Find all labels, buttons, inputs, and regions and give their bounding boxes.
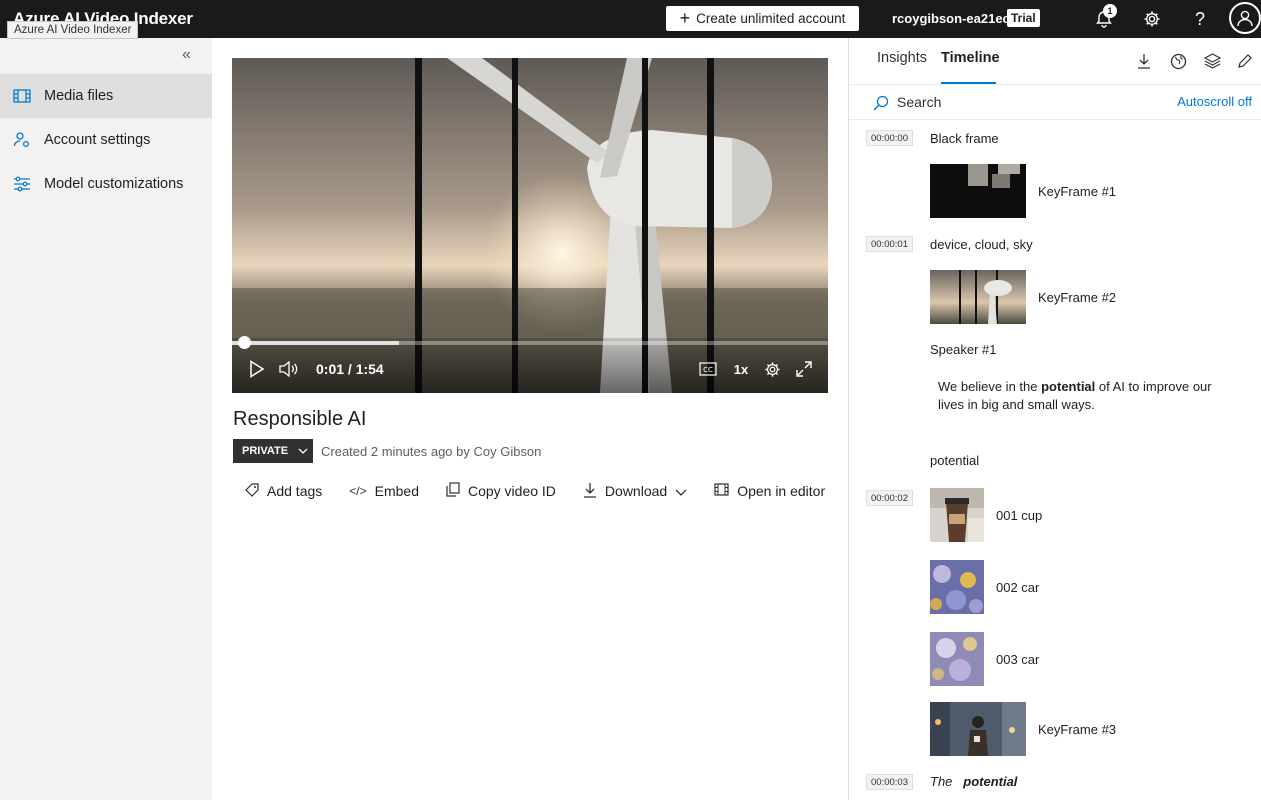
trial-badge: Trial xyxy=(1007,9,1040,27)
transcript-line[interactable]: We believe in the potential of AI to imp… xyxy=(938,378,1228,414)
video-player[interactable]: 0:01 / 1:54 CC 1x xyxy=(232,58,828,393)
progress-bar[interactable] xyxy=(232,336,828,349)
object-label: 003 car xyxy=(996,652,1040,667)
transcript-text: The xyxy=(930,774,953,789)
progress-scrubber-handle[interactable] xyxy=(238,336,251,349)
sidebar: « Media files Account settings Model cus… xyxy=(0,38,212,800)
autoscroll-toggle[interactable]: Autoscroll off xyxy=(1177,94,1252,109)
code-icon: </> xyxy=(349,484,367,498)
timeline-label-tags: device, cloud, sky xyxy=(930,237,1033,252)
keyword-label: potential xyxy=(930,453,980,468)
transcript-line[interactable]: The potential xyxy=(930,774,1017,789)
top-bar: Azure AI Video Indexer Azure AI Video In… xyxy=(0,0,1261,39)
user-avatar-icon[interactable] xyxy=(1229,2,1261,34)
playback-time: 0:01 / 1:54 xyxy=(316,361,384,377)
insights-panel: Insights Timeline Search Autoscroll off … xyxy=(848,38,1261,800)
object-thumbnail-car-1[interactable] xyxy=(930,560,984,614)
copy-icon xyxy=(446,482,460,500)
object-thumbnail-cup[interactable] xyxy=(930,488,984,542)
copy-video-id-button[interactable]: Copy video ID xyxy=(446,482,556,500)
sidebar-item-label: Media files xyxy=(44,88,114,104)
keyframe-thumbnail-1[interactable] xyxy=(930,164,1026,218)
person-settings-icon xyxy=(0,131,44,149)
progress-buffer xyxy=(232,341,399,345)
sidebar-item-label: Model customizations xyxy=(44,176,184,192)
timestamp[interactable]: 00:00:02 xyxy=(866,490,913,506)
tab-insights[interactable]: Insights xyxy=(877,50,927,66)
search-input[interactable]: Search xyxy=(897,94,941,110)
timestamp[interactable]: 00:00:03 xyxy=(866,774,913,790)
keyframe-label: KeyFrame #1 xyxy=(1038,184,1117,199)
visibility-label: PRIVATE xyxy=(242,445,289,457)
sidebar-item-model-customizations[interactable]: Model customizations xyxy=(0,162,212,206)
open-in-editor-button[interactable]: Open in editor xyxy=(714,482,825,500)
notification-count-badge: 1 xyxy=(1103,4,1117,18)
film-icon xyxy=(0,88,44,104)
keyframe-label: KeyFrame #2 xyxy=(1038,290,1117,305)
app-title-tooltip: Azure AI Video Indexer xyxy=(7,21,139,39)
timestamp[interactable]: 00:00:00 xyxy=(866,130,913,146)
search-icon xyxy=(873,95,889,116)
timeline-search[interactable]: Search Autoscroll off xyxy=(849,84,1261,120)
play-icon[interactable] xyxy=(247,357,267,381)
sidebar-item-account-settings[interactable]: Account settings xyxy=(0,118,212,162)
object-thumbnail-car-2[interactable] xyxy=(930,632,984,686)
video-title: Responsible AI xyxy=(233,408,367,430)
film-editor-icon xyxy=(714,483,729,499)
video-actions-toolbar: Add tags </> Embed Copy video ID Downloa… xyxy=(245,482,852,500)
download-label: Download xyxy=(604,483,668,499)
sliders-icon xyxy=(0,176,44,192)
embed-label: Embed xyxy=(374,483,419,499)
closed-captions-icon[interactable]: CC xyxy=(698,357,718,381)
transcript-keyword: potential xyxy=(963,774,1018,789)
svg-text:CC: CC xyxy=(703,366,713,374)
open-in-editor-label: Open in editor xyxy=(737,483,826,499)
playback-speed-button[interactable]: 1x xyxy=(732,357,750,381)
embed-button[interactable]: </> Embed xyxy=(349,482,419,500)
keyframe-thumbnail-3[interactable] xyxy=(930,702,1026,756)
timestamp[interactable]: 00:00:01 xyxy=(866,236,913,252)
transcript-text: We believe in the xyxy=(938,379,1042,394)
created-info: Created 2 minutes ago by Coy Gibson xyxy=(321,444,542,459)
copy-video-id-label: Copy video ID xyxy=(467,483,556,499)
settings-gear-icon[interactable] xyxy=(1141,8,1163,30)
help-question-icon[interactable]: ? xyxy=(1189,8,1211,30)
add-tags-label: Add tags xyxy=(267,483,323,499)
download-button[interactable]: Download xyxy=(583,482,687,500)
chevron-down-icon xyxy=(298,445,308,457)
tab-timeline[interactable]: Timeline xyxy=(941,50,1000,66)
visibility-dropdown[interactable]: PRIVATE xyxy=(233,439,313,463)
tag-icon xyxy=(245,482,259,500)
globe-language-icon[interactable] xyxy=(1168,51,1188,71)
object-label: 001 cup xyxy=(996,508,1043,523)
chevron-down-icon xyxy=(675,483,687,499)
account-name[interactable]: rcoygibson-ea21ec xyxy=(892,11,1010,26)
create-button-label: Create unlimited account xyxy=(696,11,846,26)
add-tags-button[interactable]: Add tags xyxy=(245,482,322,500)
sidebar-item-media-files[interactable]: Media files xyxy=(0,74,212,118)
edit-pencil-icon[interactable] xyxy=(1235,51,1255,71)
layers-icon[interactable] xyxy=(1202,51,1222,71)
create-unlimited-account-button[interactable]: + Create unlimited account xyxy=(666,6,859,31)
player-settings-gear-icon[interactable] xyxy=(762,357,782,381)
transcript-keyword: potential xyxy=(1041,379,1096,394)
keyframe-label: KeyFrame #3 xyxy=(1038,722,1117,737)
volume-icon[interactable] xyxy=(278,357,300,381)
collapse-sidebar-icon[interactable]: « xyxy=(182,46,191,64)
sidebar-item-label: Account settings xyxy=(44,132,151,148)
object-label: 002 car xyxy=(996,580,1040,595)
timeline-label-black-frame: Black frame xyxy=(930,131,999,146)
download-icon[interactable] xyxy=(1134,51,1154,71)
plus-icon: + xyxy=(679,7,691,28)
keyframe-thumbnail-2[interactable] xyxy=(930,270,1026,324)
fullscreen-icon[interactable] xyxy=(794,357,814,381)
download-icon xyxy=(583,482,597,501)
speaker-label: Speaker #1 xyxy=(930,342,997,357)
